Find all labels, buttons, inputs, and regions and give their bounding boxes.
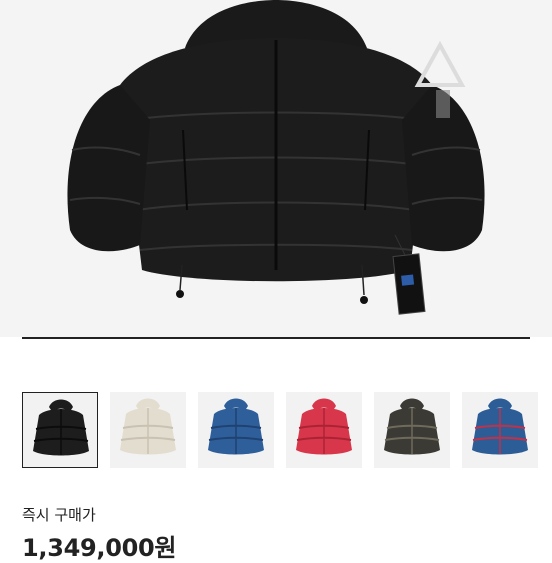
thumbnail-black[interactable] xyxy=(22,392,98,468)
thumbnail-blue[interactable] xyxy=(198,392,274,468)
thumbnail-jacket-image xyxy=(296,398,352,455)
thumbnail-jacket-image xyxy=(208,398,264,455)
color-variant-thumbnails xyxy=(22,392,552,470)
carousel-progress-fill xyxy=(22,337,530,339)
instant-buy-price-label: 즉시 구매가 xyxy=(22,506,96,524)
carousel-progress-track xyxy=(22,337,530,339)
thumbnail-jacket-image xyxy=(472,398,528,455)
thumbnail-cream[interactable] xyxy=(110,392,186,468)
thumbnail-red[interactable] xyxy=(286,392,362,468)
jacket-illustration xyxy=(67,0,485,315)
thumbnail-camo[interactable] xyxy=(374,392,450,468)
instant-buy-price: 1,349,000원 xyxy=(22,534,177,562)
thumbnail-jacket-image xyxy=(120,398,176,455)
thumbnail-jacket-image xyxy=(33,399,89,456)
product-hero-image[interactable] xyxy=(0,0,552,337)
thumbnail-jacket-image xyxy=(384,398,440,455)
thumbnail-patchwork[interactable] xyxy=(462,392,538,468)
